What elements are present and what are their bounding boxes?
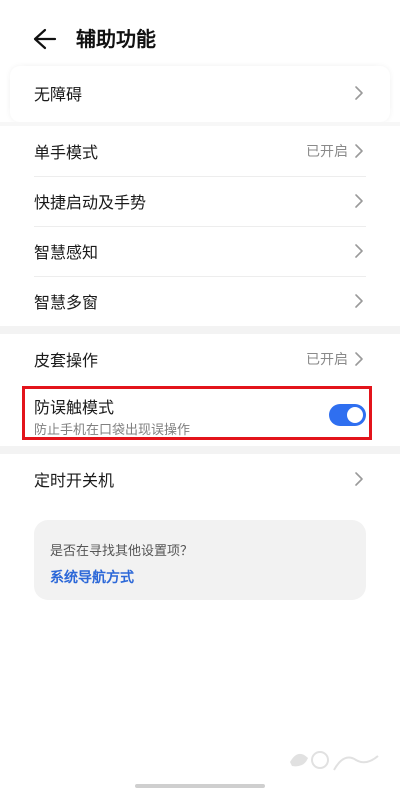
chevron-right-icon [355,352,363,366]
settings-item-multi-window[interactable]: 智慧多窗 [0,280,400,322]
back-button[interactable] [30,26,60,52]
section-gap [0,446,400,454]
home-indicator[interactable] [135,784,265,788]
item-label: 单手模式 [34,143,99,162]
chevron-right-icon [355,472,363,486]
chevron-right-icon [355,86,363,100]
settings-item-cover-operation[interactable]: 皮套操作 已开启 [0,338,400,380]
settings-item-scheduled-power[interactable]: 定时开关机 [0,458,400,500]
toggle-item-label: 防误触模式 [34,398,115,417]
chevron-right-icon [355,144,363,158]
divider [34,276,366,277]
page-title: 辅助功能 [76,27,156,51]
suggestion-card: 是否在寻找其他设置项？ 系统导航方式 [34,520,366,600]
item-label: 快捷启动及手势 [34,193,147,212]
toggle-item-sublabel: 防止手机在口袋出现误操作 [34,423,191,438]
suggestion-link[interactable]: 系统导航方式 [50,567,134,587]
watermark-logo [290,751,379,771]
chevron-right-icon [355,294,363,308]
section-gap [0,326,400,334]
divider [34,176,366,177]
item-label: 定时开关机 [34,471,115,490]
chevron-right-icon [355,194,363,208]
pocket-mode-toggle[interactable] [329,404,366,426]
settings-item-smart-sensing[interactable]: 智慧感知 [0,230,400,272]
item-label: 智慧多窗 [34,293,99,312]
toggle-knob [347,407,363,423]
chevron-right-icon [355,244,363,258]
back-arrow-icon [33,28,57,50]
settings-item-one-hand-mode[interactable]: 单手模式 已开启 [0,130,400,172]
suggestion-question: 是否在寻找其他设置项？ [50,544,194,559]
item-label: 无障碍 [34,85,83,104]
section-gap [0,122,400,126]
status-text: 已开启 [306,144,348,160]
divider [34,226,366,227]
settings-item-shortcuts-gestures[interactable]: 快捷启动及手势 [0,180,400,222]
item-label: 智慧感知 [34,243,99,262]
settings-item-accessibility[interactable]: 无障碍 [0,72,400,114]
status-text: 已开启 [306,352,348,368]
item-label: 皮套操作 [34,351,99,370]
